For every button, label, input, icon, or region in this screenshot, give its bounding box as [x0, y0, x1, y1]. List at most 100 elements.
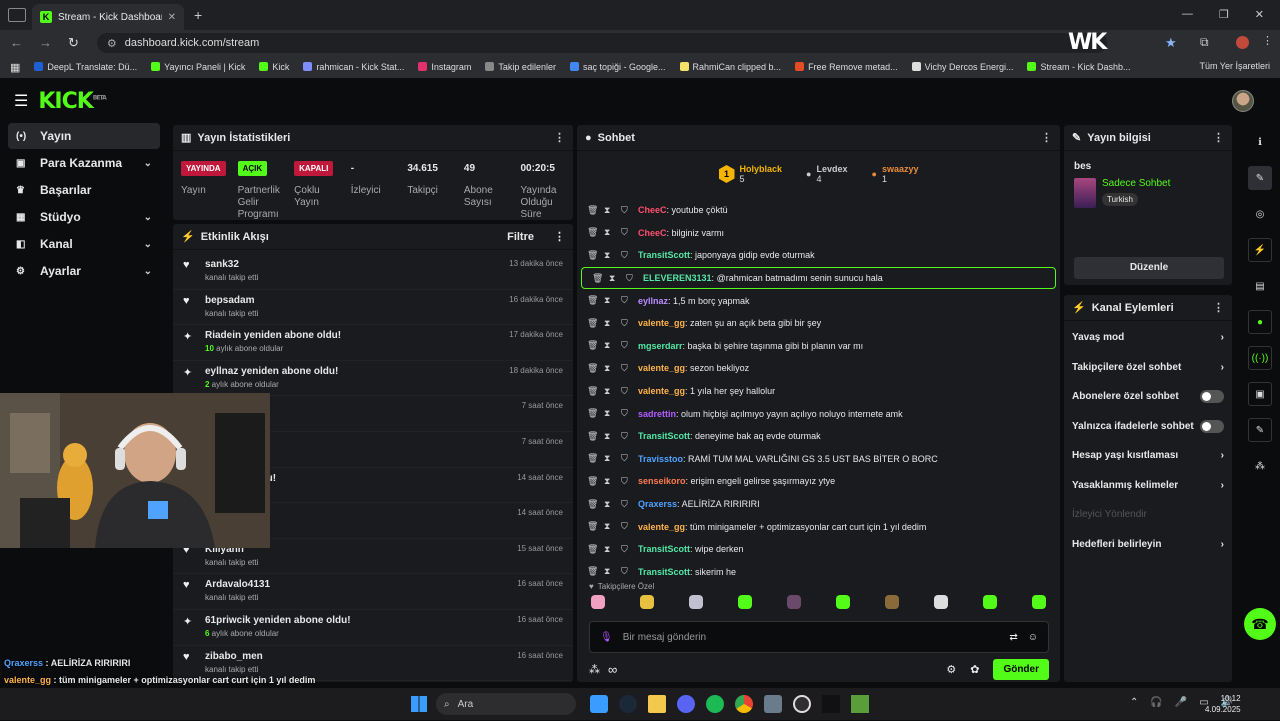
chat-username[interactable]: mgserdarr	[638, 341, 683, 351]
delete-icon[interactable]: 🗑	[587, 476, 598, 487]
clock[interactable]: 10:12 4.09.2025	[1205, 693, 1241, 715]
mic-icon[interactable]: 🎙	[600, 632, 613, 643]
ban-icon[interactable]: ⛉	[621, 363, 630, 374]
headset-icon[interactable]: 🎧	[1150, 697, 1162, 708]
category-name[interactable]: Sadece Sohbet	[1102, 178, 1170, 189]
new-tab-button[interactable]: +	[194, 7, 202, 23]
channel-action-item[interactable]: Abonelere özel sohbet	[1064, 382, 1232, 412]
info-menu-icon[interactable]: ⋮	[1213, 131, 1224, 144]
browser-tab[interactable]: K Stream - Kick Dashboard ✕	[32, 4, 184, 30]
url-field[interactable]: ⚙ dashboard.kick.com/stream	[96, 33, 1107, 53]
delete-icon[interactable]: 🗑	[587, 205, 598, 216]
chat-username[interactable]: CheeC	[638, 228, 667, 238]
folder-icon[interactable]	[648, 695, 666, 713]
bookmark-item[interactable]: Instagram	[418, 62, 471, 72]
delete-icon[interactable]: 🗑	[587, 340, 598, 351]
delete-icon[interactable]: 🗑	[587, 453, 598, 464]
user-avatar[interactable]	[1232, 90, 1254, 112]
steam-icon[interactable]	[619, 695, 637, 713]
bookmark-item[interactable]: Stream - Kick Dashb...	[1027, 62, 1131, 72]
channel-action-item[interactable]: Hedefleri belirleyin ›	[1064, 530, 1232, 560]
bookmark-item[interactable]: Takip edilenler	[485, 62, 556, 72]
emote-icon[interactable]	[983, 595, 997, 609]
chat-username[interactable]: TransitScott	[638, 544, 690, 554]
windows-start-icon[interactable]	[411, 696, 427, 712]
apps-grid-icon[interactable]: ▦	[10, 61, 20, 74]
support-icon[interactable]: ☎	[1244, 608, 1276, 640]
chat-username[interactable]: valente_gg	[638, 522, 685, 532]
chat-rail-icon[interactable]: ●	[1248, 310, 1272, 334]
delete-icon[interactable]: 🗑	[587, 566, 598, 577]
send-button[interactable]: Gönder	[993, 658, 1049, 680]
ban-icon[interactable]: ⛉	[621, 205, 630, 216]
close-window-icon[interactable]: ✕	[1255, 8, 1264, 21]
delete-icon[interactable]: 🗑	[587, 363, 598, 374]
edit-info-button[interactable]: Düzenle	[1074, 257, 1224, 279]
toggle-switch[interactable]	[1200, 390, 1224, 404]
delete-icon[interactable]: 🗑	[587, 386, 598, 397]
ban-icon[interactable]: ⛉	[621, 566, 630, 577]
all-bookmarks-link[interactable]: Tüm Yer İşaretleri	[1199, 61, 1270, 71]
store-icon[interactable]	[590, 695, 608, 713]
chat-username[interactable]: Travisstoo	[638, 454, 683, 464]
channel-action-item[interactable]: Hesap yaşı kısıtlaması ›	[1064, 441, 1232, 471]
emote-icon[interactable]	[885, 595, 899, 609]
info-icon[interactable]: ℹ	[1248, 130, 1272, 154]
tab-close-icon[interactable]: ✕	[168, 12, 176, 23]
infinity-icon[interactable]: ∞	[608, 662, 617, 677]
ban-icon[interactable]: ⛉	[621, 318, 630, 329]
bookmark-item[interactable]: Kick	[259, 62, 289, 72]
timeout-icon[interactable]: ⧗	[604, 431, 613, 442]
ban-icon[interactable]: ⛉	[621, 340, 630, 351]
timeout-icon[interactable]: ⧗	[604, 340, 613, 351]
edit-icon[interactable]: ✎	[1248, 166, 1272, 190]
timeout-icon[interactable]: ⧗	[604, 453, 613, 464]
delete-icon[interactable]: 🗑	[587, 499, 598, 510]
chat-username[interactable]: valente_gg	[638, 386, 685, 396]
bookmark-item[interactable]: rahmican - Kick Stat...	[303, 62, 404, 72]
site-info-icon[interactable]: ⚙	[107, 37, 117, 50]
network-app-icon[interactable]	[764, 695, 782, 713]
ban-icon[interactable]: ⛉	[626, 273, 635, 284]
broadcast-icon[interactable]: ((·))	[1248, 346, 1272, 370]
bolt-rail-icon[interactable]: ⚡	[1248, 238, 1272, 262]
chat-username[interactable]: TransitScott	[638, 567, 690, 577]
settings-icon[interactable]: ⚙	[946, 663, 956, 676]
extensions-icon[interactable]: ⧉	[1200, 35, 1209, 50]
emote-icon[interactable]	[640, 595, 654, 609]
tray-expand-icon[interactable]: ⌃	[1130, 697, 1138, 708]
chrome-icon[interactable]	[735, 695, 753, 713]
bookmark-item[interactable]: Vichy Dercos Energi...	[911, 62, 1013, 72]
sidebar-item-5[interactable]: ⚙ Ayarlar ⌄	[8, 258, 160, 284]
bookmark-star-icon[interactable]: ★	[1165, 35, 1177, 51]
chat-username[interactable]: valente_gg	[638, 318, 685, 328]
delete-icon[interactable]: 🗑	[587, 250, 598, 261]
capcut-icon[interactable]	[822, 695, 840, 713]
channel-action-item[interactable]: Yalnızca ifadelerle sohbet	[1064, 412, 1232, 442]
bookmark-item[interactable]: RahmiCan clipped b...	[679, 62, 781, 72]
delete-icon[interactable]: 🗑	[587, 318, 598, 329]
leaderboard-entry[interactable]: ● Levdex 4	[806, 164, 847, 184]
timeout-icon[interactable]: ⧗	[604, 386, 613, 397]
chat-message-input[interactable]: 🎙 Bir mesaj gönderin ⇄ ☺	[589, 621, 1049, 653]
obs-icon[interactable]	[793, 695, 811, 713]
delete-icon[interactable]: 🗑	[587, 431, 598, 442]
ban-icon[interactable]: ⛉	[621, 250, 630, 261]
timeout-icon[interactable]: ⧗	[604, 363, 613, 374]
tools-icon[interactable]: ✎	[1248, 418, 1272, 442]
chat-username[interactable]: TransitScott	[638, 431, 690, 441]
toggle-switch[interactable]	[1200, 419, 1224, 433]
bot-icon[interactable]: ✿	[970, 663, 979, 676]
delete-icon[interactable]: 🗑	[587, 408, 598, 419]
translate-icon[interactable]: ⇄	[1009, 632, 1017, 643]
channel-action-item[interactable]: Yavaş mod ›	[1064, 323, 1232, 353]
feed-filter-button[interactable]: Filtre	[507, 231, 534, 243]
minimize-icon[interactable]: —	[1182, 8, 1193, 21]
emote-icon[interactable]	[836, 595, 850, 609]
chat-username[interactable]: valente_gg	[638, 363, 685, 373]
hamburger-menu-icon[interactable]: ☰	[14, 91, 28, 111]
timeout-icon[interactable]: ⧗	[604, 295, 613, 306]
ban-icon[interactable]: ⛉	[621, 499, 630, 510]
chat-username[interactable]: eyllnaz	[638, 296, 668, 306]
sidebar-item-0[interactable]: (•) Yayın	[8, 123, 160, 149]
